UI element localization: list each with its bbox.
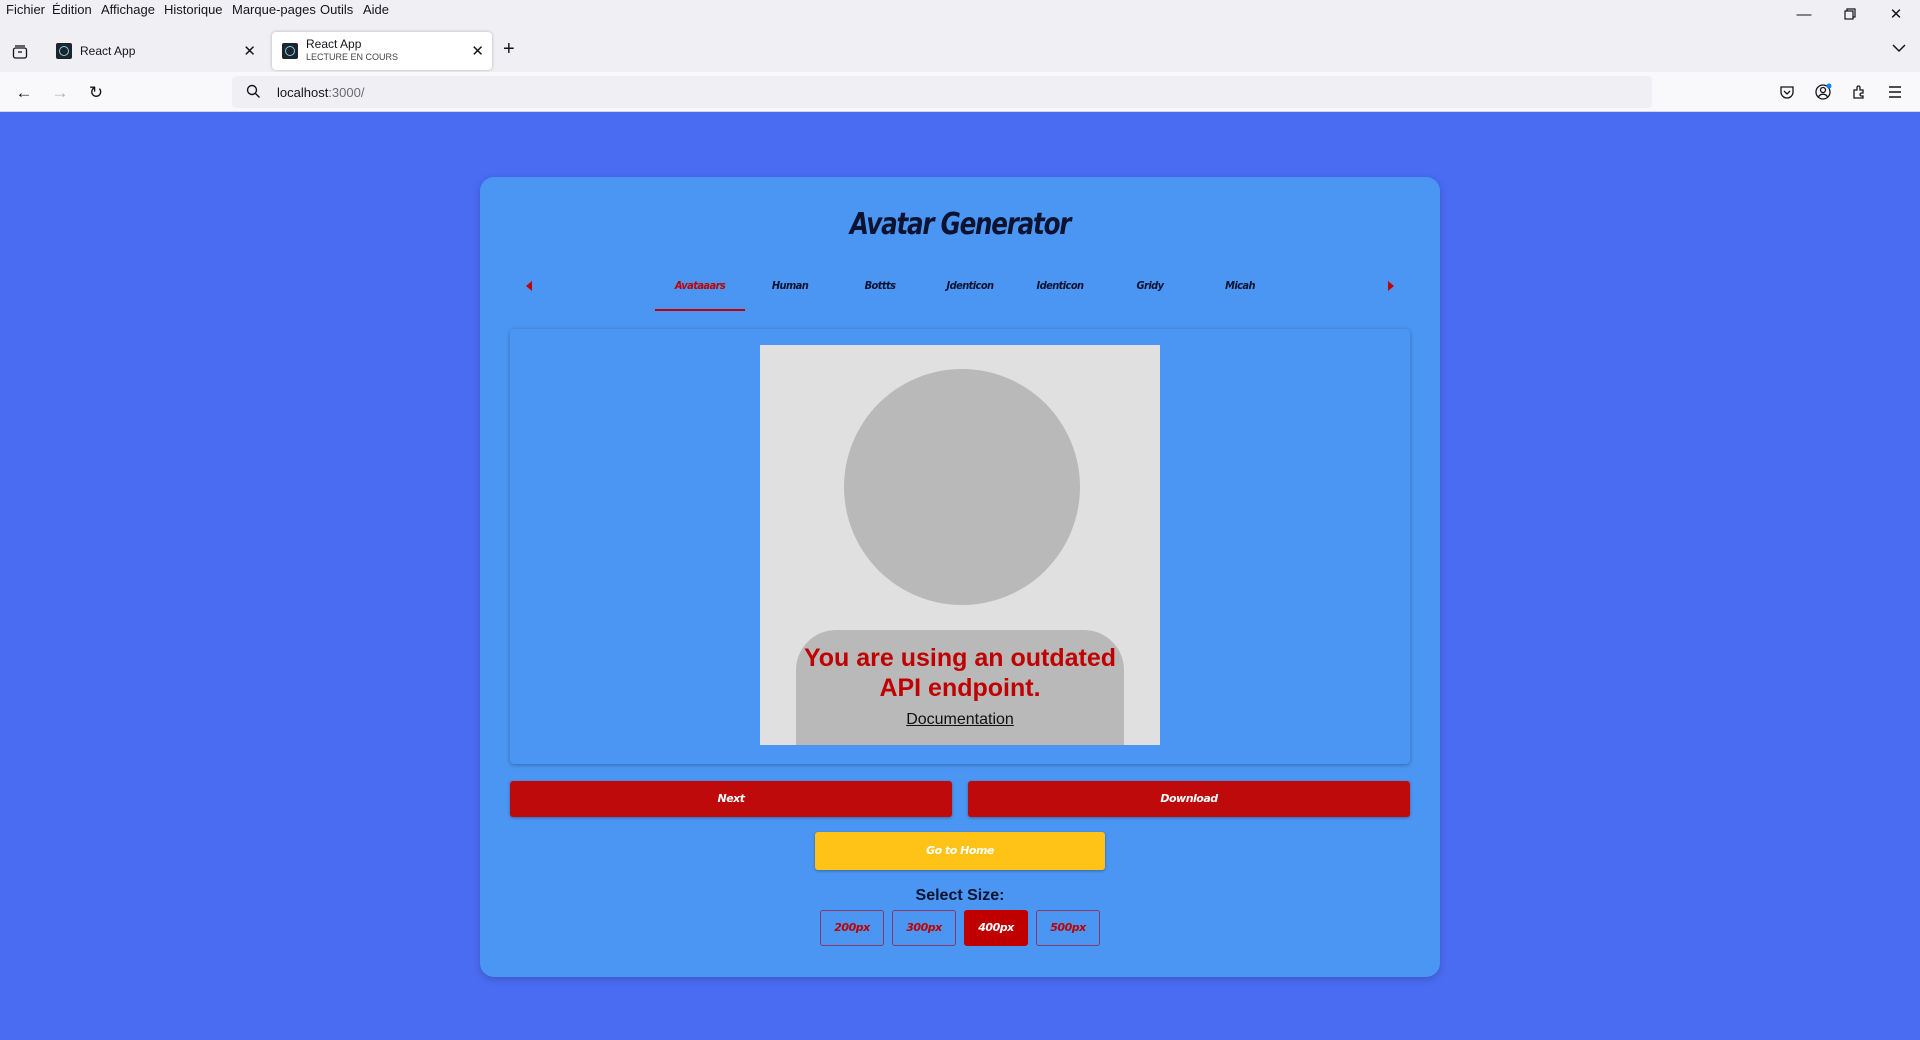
tab-strip: React App ✕ React App LECTURE EN COURS ✕ (0, 28, 1920, 72)
new-tab-plus-icon[interactable]: + (503, 38, 515, 61)
tab-avataaars[interactable]: Avataaars (655, 267, 745, 311)
tab-title: React App (306, 37, 362, 51)
menu-outils[interactable]: Outils (320, 2, 353, 17)
size-400px-button[interactable]: 400px (964, 910, 1028, 946)
next-button[interactable]: Next (510, 781, 952, 817)
forward-arrow-icon[interactable]: → (48, 81, 72, 105)
menu-fichier[interactable]: Fichier (6, 2, 45, 17)
tab-subtitle: LECTURE EN COURS (306, 52, 399, 62)
tab-overview-icon[interactable] (8, 40, 32, 64)
avatar-image: You are using an outdated API endpoint. … (760, 345, 1160, 745)
category-tabs: Avataaars Human Bottts Jdenticon Identic… (510, 267, 1410, 311)
tab-jdenticon[interactable]: Jdenticon (925, 267, 1015, 311)
scroll-right-arrow-icon[interactable] (1388, 281, 1394, 291)
avatar-generator-card: Avatar Generator Avataaars Human Bottts … (480, 177, 1440, 977)
browser-chrome: Fichier Édition Affichage Historique Mar… (0, 0, 1920, 112)
size-200px-button[interactable]: 200px (820, 910, 884, 946)
menu-bar: Fichier Édition Affichage Historique Mar… (0, 0, 1920, 20)
pocket-icon[interactable] (1776, 81, 1798, 103)
url-bar[interactable]: localhost:3000/ (232, 76, 1652, 108)
restore-icon[interactable] (1830, 4, 1870, 24)
navigation-bar: ← → ↻ localhost:3000/ (0, 72, 1920, 112)
menu-affichage[interactable]: Affichage (101, 2, 155, 17)
menu-historique[interactable]: Historique (164, 2, 223, 17)
tab-gridy[interactable]: Gridy (1105, 267, 1195, 311)
account-icon[interactable] (1812, 81, 1834, 103)
tab-title: React App (80, 44, 136, 58)
react-favicon-icon (56, 43, 72, 59)
menu-marque-pages[interactable]: Marque-pages (232, 2, 316, 17)
minimize-icon[interactable]: — (1784, 4, 1824, 24)
download-button[interactable]: Download (968, 781, 1410, 817)
menu-edition[interactable]: Édition (52, 2, 92, 17)
react-favicon-icon (282, 43, 298, 59)
tab-identicon[interactable]: Identicon (1015, 267, 1105, 311)
close-tab-icon[interactable]: ✕ (243, 42, 256, 60)
menu-aide[interactable]: Aide (363, 2, 389, 17)
size-500px-button[interactable]: 500px (1036, 910, 1100, 946)
tab-react-app-2[interactable]: React App LECTURE EN COURS ✕ (272, 32, 492, 70)
page-title: Avatar Generator (849, 207, 1072, 242)
hamburger-menu-icon[interactable] (1884, 81, 1906, 103)
size-300px-button[interactable]: 300px (892, 910, 956, 946)
url-text[interactable]: localhost:3000/ (277, 85, 364, 100)
tab-bottts[interactable]: Bottts (835, 267, 925, 311)
close-tab-icon[interactable]: ✕ (471, 42, 484, 60)
back-arrow-icon[interactable]: ← (12, 81, 36, 105)
avatar-placeholder-head (844, 369, 1080, 605)
documentation-link[interactable]: Documentation (760, 711, 1160, 729)
scroll-left-arrow-icon[interactable] (526, 281, 532, 291)
reload-icon[interactable]: ↻ (84, 81, 108, 105)
avatar-preview-panel: You are using an outdated API endpoint. … (510, 329, 1410, 764)
tab-micah[interactable]: Micah (1195, 267, 1285, 311)
tab-react-app-1[interactable]: React App ✕ (46, 32, 264, 70)
tab-human[interactable]: Human (745, 267, 835, 311)
go-to-home-button[interactable]: Go to Home (815, 832, 1105, 870)
list-all-tabs-chevron-icon[interactable] (1892, 40, 1906, 56)
extensions-icon[interactable] (1848, 81, 1870, 103)
select-size-label: Select Size: (915, 887, 1005, 904)
search-icon (246, 84, 261, 104)
close-window-icon[interactable]: ✕ (1876, 4, 1916, 24)
outdated-api-message: You are using an outdated API endpoint. (803, 644, 1117, 702)
